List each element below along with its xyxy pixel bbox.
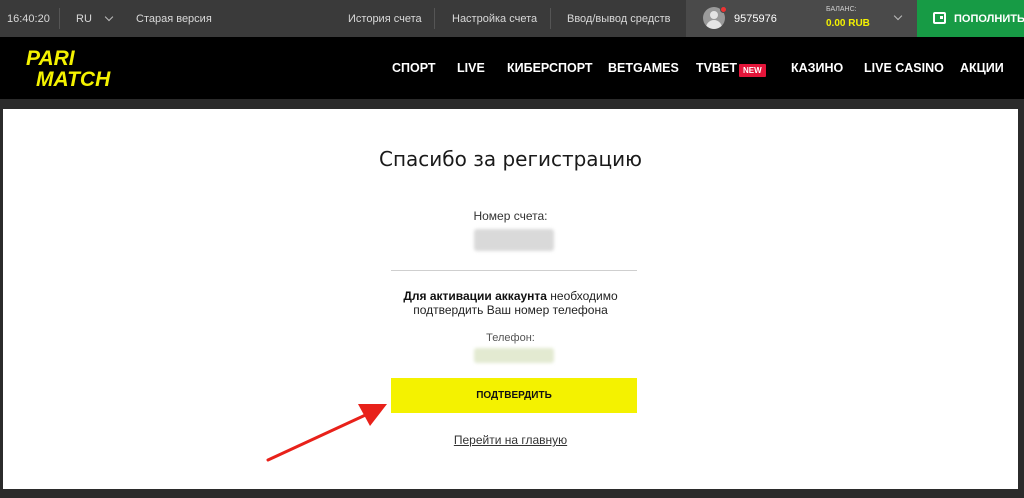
account-history-link[interactable]: История счета bbox=[348, 0, 422, 37]
balance-label: БАЛАНС: bbox=[826, 6, 857, 13]
confirm-button[interactable]: ПОДТВЕРДИТЬ bbox=[391, 378, 637, 413]
new-badge: NEW bbox=[739, 64, 766, 77]
divider bbox=[434, 8, 435, 29]
nav-promotions[interactable]: АКЦИИ bbox=[960, 37, 1004, 99]
page-title: Спасибо за регистрацию bbox=[378, 147, 643, 171]
account-number-label: Номер счета: bbox=[473, 209, 548, 223]
wallet-icon bbox=[933, 12, 946, 24]
phone-value bbox=[474, 348, 554, 363]
old-version-link[interactable]: Старая версия bbox=[136, 0, 212, 37]
top-bar: 16:40:20 RU Старая версия История счета … bbox=[0, 0, 1024, 37]
parimatch-logo[interactable]: PARI MATCH bbox=[20, 47, 146, 89]
language-selector[interactable]: RU bbox=[76, 0, 114, 37]
divider bbox=[59, 8, 60, 29]
main-nav: PARI MATCH СПОРТ LIVE КИБЕРСПОРТ BETGAME… bbox=[0, 37, 1024, 99]
notification-dot bbox=[720, 6, 727, 13]
account-number-value bbox=[474, 229, 554, 251]
divider bbox=[391, 270, 637, 271]
user-block[interactable]: 9575976 БАЛАНС: 0.00 RUB bbox=[686, 0, 917, 37]
clock: 16:40:20 bbox=[7, 12, 50, 25]
user-id: 9575976 bbox=[734, 12, 777, 25]
svg-text:MATCH: MATCH bbox=[36, 68, 111, 89]
topup-button[interactable]: ПОПОЛНИТЬ bbox=[917, 0, 1024, 37]
chevron-down-icon[interactable] bbox=[893, 11, 903, 21]
nav-tvbet[interactable]: TVBET bbox=[696, 37, 737, 99]
activation-message: Для активации аккаунта необходимо подтве… bbox=[403, 289, 618, 317]
phone-label: Телефон: bbox=[486, 332, 535, 344]
registration-success-card: Спасибо за регистрацию Номер счета: Для … bbox=[3, 109, 1018, 489]
language-label: RU bbox=[76, 12, 92, 25]
nav-esports[interactable]: КИБЕРСПОРТ bbox=[507, 37, 593, 99]
balance-value: 0.00 RUB bbox=[826, 18, 870, 29]
deposit-withdraw-link[interactable]: Ввод/вывод средств bbox=[567, 0, 671, 37]
nav-betgames[interactable]: BETGAMES bbox=[608, 37, 679, 99]
topup-label: ПОПОЛНИТЬ bbox=[954, 12, 1024, 25]
nav-live[interactable]: LIVE bbox=[457, 37, 485, 99]
nav-casino[interactable]: КАЗИНО bbox=[791, 37, 843, 99]
divider bbox=[550, 8, 551, 29]
nav-live-casino[interactable]: LIVE CASINO bbox=[864, 37, 944, 99]
svg-text:PARI: PARI bbox=[26, 47, 76, 70]
chevron-down-icon bbox=[104, 12, 114, 22]
go-home-link[interactable]: Перейти на главную bbox=[3, 433, 1018, 447]
nav-sport[interactable]: СПОРТ bbox=[392, 37, 436, 99]
account-settings-link[interactable]: Настройка счета bbox=[452, 0, 537, 37]
